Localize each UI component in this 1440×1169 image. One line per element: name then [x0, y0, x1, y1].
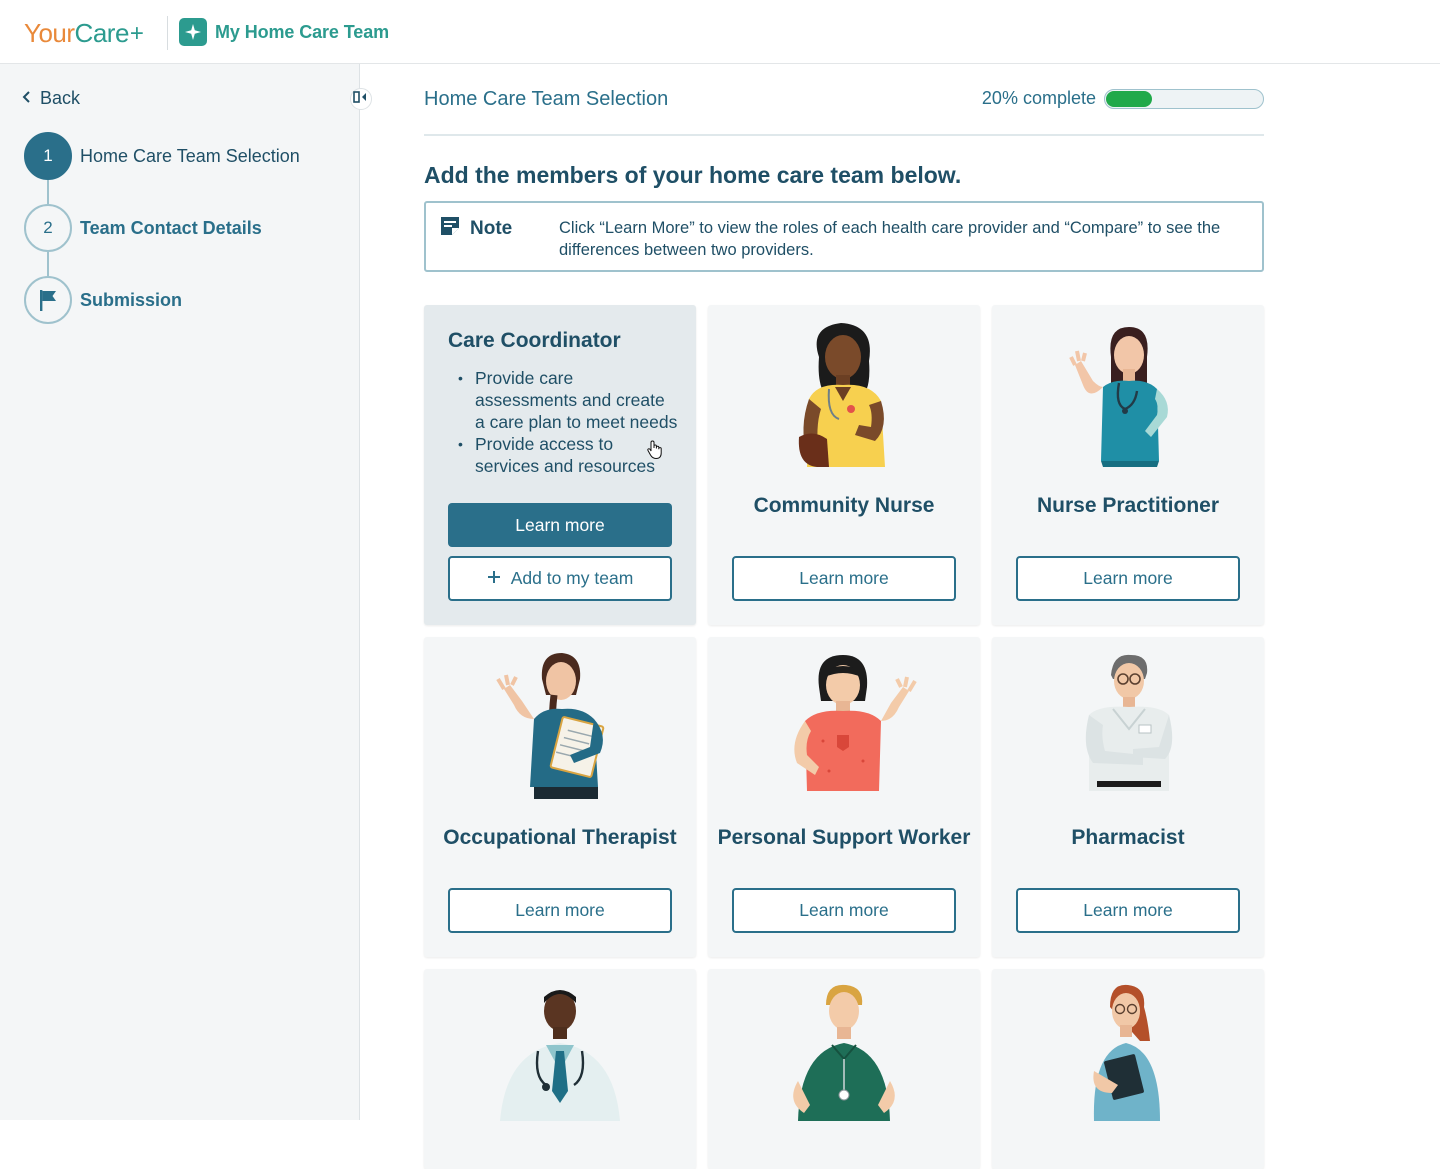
step-label: Team Contact Details	[80, 218, 262, 238]
provider-card[interactable]	[708, 969, 980, 1169]
chevron-left-icon	[22, 88, 32, 109]
card-title: Nurse Practitioner	[1036, 494, 1220, 517]
occupational-therapist-illustration	[424, 649, 696, 799]
community-nurse-illustration	[708, 317, 980, 467]
step-team-contact-details[interactable]: 2 Team Contact Details	[24, 204, 300, 276]
hand-cursor-icon	[646, 440, 664, 465]
learn-more-button[interactable]: Learn more	[1016, 556, 1240, 601]
provider-card-nurse-practitioner[interactable]: Nurse Practitioner Learn more	[992, 305, 1264, 625]
page-title: Home Care Team Selection	[424, 88, 669, 110]
step-number: 1	[24, 132, 72, 180]
progress-text: 20% complete	[981, 88, 1096, 108]
plus-icon	[487, 568, 501, 589]
step-label: Submission	[80, 290, 183, 310]
progress-indicator: 20% complete	[982, 88, 1264, 109]
card-title: Care Coordinator	[448, 329, 621, 352]
back-button[interactable]: Back	[22, 88, 80, 109]
progress-fill	[1106, 90, 1152, 107]
step-connector	[47, 180, 49, 204]
app-title: My Home Care Team	[215, 22, 390, 42]
step-connector	[47, 252, 49, 276]
section-heading: Add the members of your home care team b…	[424, 162, 962, 188]
step-label: Home Care Team Selection	[80, 146, 300, 166]
male-worker-illustration	[708, 981, 980, 1121]
list-item: Provide care assessments and create a ca…	[448, 367, 678, 433]
step-home-care-team-selection[interactable]: 1 Home Care Team Selection	[24, 132, 300, 204]
provider-card-occupational-therapist[interactable]: Occupational Therapist Learn more	[424, 637, 696, 957]
learn-more-button[interactable]: Learn more	[448, 888, 672, 933]
house-plus-icon: +	[129, 19, 144, 47]
note-text: Click “Learn More” to view the roles of …	[559, 219, 1221, 259]
learn-more-button[interactable]: Learn more	[732, 888, 956, 933]
back-label: Back	[40, 88, 81, 108]
text-fade	[448, 471, 678, 497]
physician-illustration	[424, 981, 696, 1121]
top-header: Your Care + My Home Care Team	[0, 0, 1440, 64]
progress-bar	[1104, 88, 1264, 109]
card-title: Occupational Therapist	[443, 826, 677, 849]
provider-card-pharmacist[interactable]: Pharmacist Learn more	[992, 637, 1264, 957]
learn-more-button[interactable]: Learn more	[732, 556, 956, 601]
collapse-sidebar-button[interactable]	[350, 88, 372, 110]
note-label: Note	[470, 218, 513, 239]
step-list: 1 Home Care Team Selection 2 Team Contac…	[24, 132, 300, 348]
provider-card-care-coordinator[interactable]: Care Coordinator Provide care assessment…	[424, 305, 696, 625]
sparkle-icon	[179, 18, 207, 46]
header-divider	[167, 16, 168, 50]
step-number: 2	[24, 204, 72, 252]
provider-card-community-nurse[interactable]: Community Nurse Learn more	[708, 305, 980, 625]
personal-support-worker-illustration	[708, 651, 980, 797]
provider-card[interactable]	[424, 969, 696, 1169]
female-worker-illustration	[992, 981, 1264, 1121]
pharmacist-illustration	[992, 651, 1264, 797]
card-title: Community Nurse	[753, 494, 935, 517]
nurse-practitioner-illustration	[992, 321, 1264, 467]
learn-more-button[interactable]: Learn more	[448, 503, 672, 547]
yourcare-logo[interactable]: Your Care +	[24, 18, 144, 49]
flag-icon	[24, 276, 72, 324]
step-submission[interactable]: Submission	[24, 276, 300, 348]
sidebar: Back 1 Home Care Team Selection 2 Team C…	[0, 64, 372, 1120]
add-to-my-team-button[interactable]: Add to my team	[448, 556, 672, 601]
learn-more-button[interactable]: Learn more	[1016, 888, 1240, 933]
collapse-panel-icon	[353, 90, 369, 108]
provider-card[interactable]	[992, 969, 1264, 1169]
note-box: Note Click “Learn More” to view the role…	[424, 201, 1264, 272]
page-header: Home Care Team Selection 20% complete	[424, 88, 1264, 136]
card-title: Pharmacist	[1071, 826, 1185, 849]
card-title: Personal Support Worker	[717, 826, 971, 849]
add-label: Add to my team	[510, 568, 634, 588]
provider-card-personal-support-worker[interactable]: Personal Support Worker Learn more	[708, 637, 980, 957]
note-icon	[440, 216, 460, 242]
